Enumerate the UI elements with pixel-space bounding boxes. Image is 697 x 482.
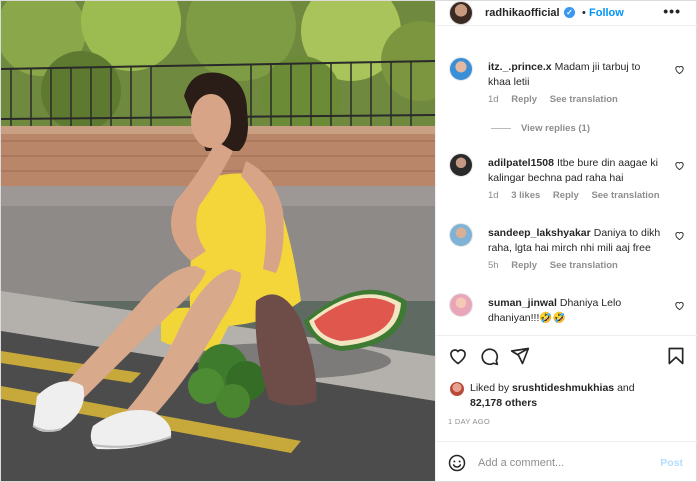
liker-username[interactable]: srushtideshmukhias bbox=[512, 382, 614, 394]
likes-middle: and bbox=[614, 382, 635, 394]
comments-list[interactable]: itz._.prince.x Madam jii tarbuj to khaa l… bbox=[436, 27, 697, 334]
commenter-username[interactable]: itz._.prince.x bbox=[488, 61, 552, 73]
post-photo-illustration bbox=[1, 1, 435, 481]
comment-likes[interactable]: 3 likes bbox=[511, 190, 540, 201]
commenter-username[interactable]: suman_jinwal bbox=[488, 297, 557, 309]
instagram-post: radhikaofficial ✓ • Follow ••• itz._.pri… bbox=[0, 0, 697, 482]
reply-button[interactable]: Reply bbox=[553, 190, 579, 201]
share-icon[interactable] bbox=[510, 346, 530, 366]
comment-heart-icon[interactable] bbox=[674, 230, 685, 241]
see-translation-button[interactable]: See translation bbox=[591, 190, 659, 201]
more-options-icon[interactable]: ••• bbox=[663, 3, 681, 19]
commenter-avatar[interactable] bbox=[449, 57, 473, 81]
commenter-avatar[interactable] bbox=[449, 223, 473, 247]
post-timestamp[interactable]: 1 DAY AGO bbox=[448, 417, 490, 426]
comment-text-block: adilpatel1508 Itbe bure din aagae ki kali… bbox=[488, 156, 666, 186]
header-separator: • bbox=[582, 7, 586, 19]
add-comment-input[interactable] bbox=[478, 454, 648, 472]
emoji-icon[interactable] bbox=[448, 454, 466, 472]
view-replies-button[interactable]: View replies (1) bbox=[491, 123, 590, 134]
see-translation-button[interactable]: See translation bbox=[550, 94, 618, 105]
add-comment-bar: Post bbox=[436, 441, 697, 481]
comment-text-block: suman_jinwal Dhaniya Lelo dhaniyan!!!🤣🤣 bbox=[488, 296, 666, 326]
author-avatar[interactable] bbox=[449, 1, 473, 25]
commenter-username[interactable]: sandeep_lakshyakar bbox=[488, 227, 591, 239]
author-username[interactable]: radhikaofficial bbox=[485, 7, 560, 19]
comment-time: 1d bbox=[488, 190, 499, 201]
likes-prefix: Liked by bbox=[470, 382, 513, 394]
comment-heart-icon[interactable] bbox=[674, 300, 685, 311]
likes-count[interactable]: 82,178 others bbox=[470, 397, 537, 409]
comment-heart-icon[interactable] bbox=[674, 64, 685, 75]
likes-text: Liked by srushtideshmukhias and 82,178 o… bbox=[470, 381, 670, 411]
post-side-panel: radhikaofficial ✓ • Follow ••• itz._.pri… bbox=[435, 1, 697, 481]
comment-meta: 5h Reply See translation bbox=[488, 260, 628, 271]
comment-text-block: sandeep_lakshyakar Daniya to dikh raha, l… bbox=[488, 226, 666, 256]
reply-button[interactable]: Reply bbox=[511, 260, 537, 271]
commenter-avatar[interactable] bbox=[449, 153, 473, 177]
commenter-avatar[interactable] bbox=[449, 293, 473, 317]
comment-meta: 1d 3 likes Reply See translation bbox=[488, 190, 670, 201]
comment-meta: 1d Reply See translation bbox=[488, 94, 628, 105]
see-translation-button[interactable]: See translation bbox=[550, 260, 618, 271]
commenter-username[interactable]: adilpatel1508 bbox=[488, 157, 554, 169]
post-photo[interactable] bbox=[1, 1, 435, 481]
reply-button[interactable]: Reply bbox=[511, 94, 537, 105]
comment-icon[interactable] bbox=[479, 346, 499, 366]
bookmark-icon[interactable] bbox=[666, 346, 686, 366]
post-action-bar bbox=[436, 335, 697, 375]
heart-icon[interactable] bbox=[448, 346, 468, 366]
follow-button[interactable]: Follow bbox=[589, 7, 624, 19]
verified-badge-icon: ✓ bbox=[564, 7, 575, 18]
liker-avatar[interactable] bbox=[450, 382, 464, 396]
comment-time: 5h bbox=[488, 260, 499, 271]
comment-time: 1d bbox=[488, 94, 499, 105]
post-header: radhikaofficial ✓ • Follow ••• bbox=[436, 1, 697, 26]
comment-text-block: itz._.prince.x Madam jii tarbuj to khaa l… bbox=[488, 60, 666, 90]
post-comment-button[interactable]: Post bbox=[660, 457, 683, 469]
comment-heart-icon[interactable] bbox=[674, 160, 685, 171]
